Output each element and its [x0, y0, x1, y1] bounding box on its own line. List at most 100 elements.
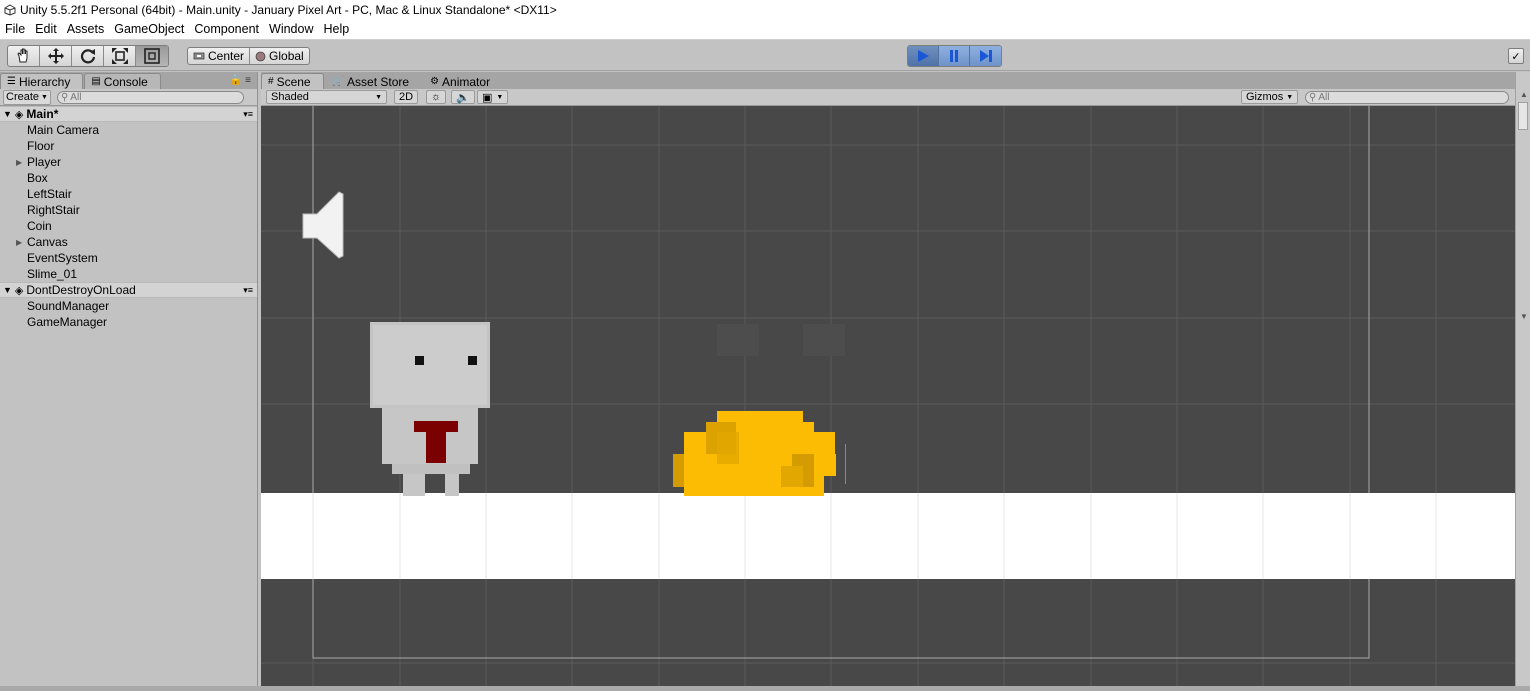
expand-arrow-icon[interactable]: ▶ — [16, 158, 22, 167]
scroll-thumb[interactable] — [1518, 102, 1528, 130]
faint-tile — [803, 324, 845, 356]
slime-sprite[interactable] — [673, 411, 846, 496]
hierarchy-search-input[interactable]: ⚲ All — [56, 90, 244, 104]
move-tool-icon — [47, 48, 64, 64]
scene-search-input[interactable]: ⚲ All — [1305, 91, 1509, 104]
tab-scene-label: Scene — [276, 74, 311, 89]
gizmos-dropdown[interactable]: Gizmos ▼ — [1241, 90, 1299, 104]
dropdown-arrow-icon: ▼ — [1286, 93, 1294, 101]
menu-component[interactable]: Component — [193, 22, 264, 36]
tab-scene[interactable]: # Scene — [261, 73, 324, 89]
expand-arrow-icon[interactable]: ▶ — [16, 238, 22, 247]
hierarchy-item[interactable]: Box — [0, 170, 257, 186]
move-tool-button[interactable] — [40, 46, 72, 66]
pause-icon — [950, 50, 958, 62]
tab-animator-label: Animator — [442, 74, 491, 89]
tab-console-label: Console — [103, 74, 148, 89]
hierarchy-item-label: SoundManager — [27, 299, 110, 313]
collab-toggle[interactable]: ✓ — [1508, 48, 1524, 64]
pivot-global-button[interactable]: Global — [250, 48, 309, 64]
hierarchy-item-label: Canvas — [27, 235, 68, 249]
panel-lock-menu-icon[interactable]: 🔒 ≡ — [230, 75, 251, 86]
scene-grid-icon: # — [268, 76, 274, 87]
scene-header-main[interactable]: ▼ ◈ Main* ▾≡ — [0, 106, 257, 122]
tab-hierarchy-label: Hierarchy — [18, 74, 71, 89]
pause-button[interactable] — [939, 46, 970, 66]
collapse-arrow-icon[interactable]: ▼ — [3, 109, 12, 119]
tab-asset-store[interactable]: 🛒 Asset Store — [325, 73, 422, 89]
tab-animator[interactable]: ⚙ Animator — [423, 73, 503, 89]
hierarchy-item[interactable]: Slime_01 — [0, 266, 257, 282]
hierarchy-item[interactable]: EventSystem — [0, 250, 257, 266]
animator-icon: ⚙ — [430, 76, 440, 87]
transform-tools — [7, 45, 169, 67]
hierarchy-item[interactable]: ▶ Player — [0, 154, 257, 170]
step-button[interactable] — [970, 46, 1001, 66]
menu-window[interactable]: Window — [268, 22, 318, 36]
player-sprite[interactable] — [370, 322, 490, 496]
play-icon — [918, 50, 929, 62]
menu-edit[interactable]: Edit — [34, 22, 62, 36]
hierarchy-item-label: Slime_01 — [27, 267, 78, 281]
hierarchy-item[interactable]: Main Camera — [0, 122, 257, 138]
rect-tool-icon — [144, 48, 160, 64]
play-button[interactable] — [908, 46, 939, 66]
checkmark-icon: ✓ — [1511, 50, 1521, 63]
scene-viewport[interactable] — [261, 106, 1515, 686]
hierarchy-item[interactable]: RightStair — [0, 202, 257, 218]
shading-mode-dropdown[interactable]: Shaded ▼ — [266, 90, 387, 104]
play-controls — [907, 45, 1002, 67]
hierarchy-item-label: GameManager — [27, 315, 108, 329]
hierarchy-item[interactable]: SoundManager — [0, 298, 257, 314]
faint-tile — [717, 324, 759, 356]
right-scrollbar[interactable]: ▲ ▼ — [1515, 72, 1530, 686]
main-toolbar: Center Global ✓ — [0, 40, 1530, 71]
hierarchy-item[interactable]: LeftStair — [0, 186, 257, 202]
image-icon: ▣ — [482, 91, 493, 104]
tab-asset-store-label: Asset Store — [347, 74, 410, 89]
scene-panel: # Scene 🛒 Asset Store ⚙ Animator ▾≡ Shad… — [261, 72, 1530, 686]
hierarchy-item[interactable]: Floor — [0, 138, 257, 154]
scroll-down-icon[interactable]: ▼ — [1520, 312, 1528, 321]
hierarchy-item[interactable]: Coin — [0, 218, 257, 234]
rotate-tool-icon — [80, 49, 95, 64]
scale-tool-button[interactable] — [104, 46, 136, 66]
rotate-tool-button[interactable] — [72, 46, 104, 66]
toggle-2d-button[interactable]: 2D — [394, 90, 419, 104]
scene-menu-icon[interactable]: ▾≡ — [243, 109, 253, 120]
hierarchy-search-bar: Create ▼ ⚲ All — [0, 89, 257, 106]
menu-help[interactable]: Help — [322, 22, 354, 36]
menu-bar: File Edit Assets GameObject Component Wi… — [0, 19, 1530, 40]
hierarchy-item[interactable]: GameManager — [0, 314, 257, 330]
scroll-up-icon[interactable]: ▲ — [1520, 90, 1528, 99]
hierarchy-item-label: LeftStair — [27, 187, 72, 201]
floor[interactable] — [261, 493, 1515, 579]
collapse-arrow-icon[interactable]: ▼ — [3, 285, 12, 295]
hand-tool-button[interactable] — [8, 46, 40, 66]
pivot-center-label: Center — [208, 49, 245, 63]
effects-dropdown[interactable]: ▣ ▼ — [477, 90, 509, 104]
scene-header-dontdestroy[interactable]: ▼ ◈ DontDestroyOnLoad ▾≡ — [0, 282, 257, 298]
pivot-toggles: Center Global — [187, 47, 310, 65]
create-button[interactable]: Create ▼ — [3, 89, 51, 105]
menu-assets[interactable]: Assets — [66, 22, 110, 36]
menu-file[interactable]: File — [4, 22, 30, 36]
menu-gameobject[interactable]: GameObject — [113, 22, 189, 36]
hierarchy-item-label: RightStair — [27, 203, 80, 217]
audio-source-gizmo-icon[interactable] — [302, 191, 344, 259]
hierarchy-item-label: Coin — [27, 219, 52, 233]
lighting-toggle[interactable]: ☼ — [426, 90, 447, 104]
audio-toggle[interactable]: 🔈 — [451, 90, 475, 104]
hierarchy-item[interactable]: ▶ Canvas — [0, 234, 257, 250]
dropdown-arrow-icon: ▼ — [496, 93, 504, 101]
scene-canvas — [261, 106, 1515, 686]
scene-view-toolbar: Shaded ▼ 2D ☼ 🔈 ▣ ▼ Gizmos ▼ ⚲ All — [261, 89, 1530, 106]
rect-tool-button[interactable] — [136, 46, 168, 66]
tab-console[interactable]: ▤ Console — [84, 73, 161, 89]
shading-mode-label: Shaded — [271, 91, 309, 103]
scene-menu-icon[interactable]: ▾≡ — [243, 285, 253, 296]
tab-hierarchy[interactable]: ☰ Hierarchy — [0, 73, 84, 89]
hierarchy-item-label: EventSystem — [27, 251, 98, 265]
pivot-center-button[interactable]: Center — [188, 48, 251, 64]
pivot-center-icon — [193, 52, 205, 60]
